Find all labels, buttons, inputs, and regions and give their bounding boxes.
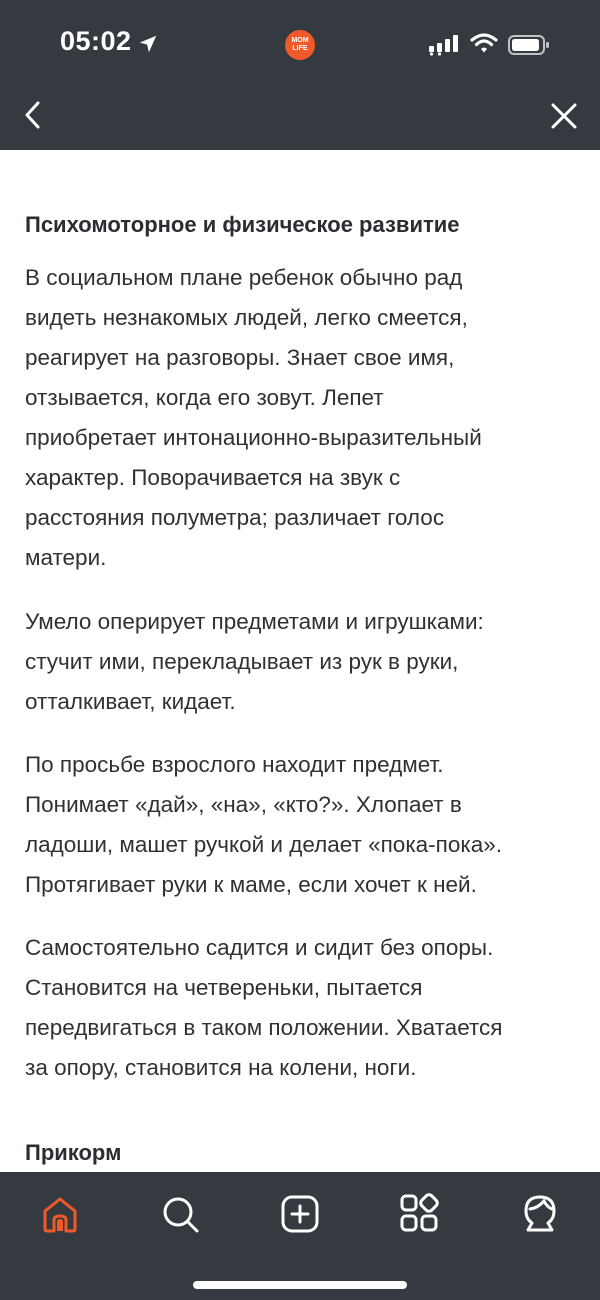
app-badge-line2: LIFE [292,45,308,52]
text-line: матери. [25,545,107,570]
apps-grid-icon[interactable] [398,1192,442,1236]
paragraph-toys: Умело оперирует предметами и игрушками: … [25,602,580,722]
app-logo-icon: MOM LIFE [285,30,315,60]
text-line: В социальном плане ребенок обычно рад [25,265,463,290]
text-line: отталкивает, кидает. [25,689,236,714]
close-icon[interactable] [548,100,580,132]
next-section-heading: Прикорм [25,1140,122,1165]
search-icon[interactable] [158,1192,202,1236]
text-line: приобретает интонационно-выразительный [25,425,482,450]
text-line: По просьбе взрослого находит предмет. [25,752,444,777]
article-screen: 05:02 MOM LIFE Психомоторное и физическо… [0,0,600,1300]
text-line: Самостоятельно садится и сидит без опоры… [25,935,494,960]
text-line: Умело оперирует предметами и игрушками: [25,609,484,634]
top-bar: 05:02 MOM LIFE [0,0,600,150]
wifi-icon [470,33,498,53]
home-icon[interactable] [38,1192,82,1236]
add-square-icon[interactable] [278,1192,322,1236]
status-time: 05:02 [60,26,132,56]
cellular-signal-icon [429,35,458,56]
text-line: реагирует на разговоры. Знает свое имя, [25,345,455,370]
paragraph-social: В социальном плане ребенок обычно рад ви… [25,258,580,578]
text-line: за опору, становится на колени, ноги. [25,1055,417,1080]
home-indicator[interactable] [193,1281,407,1289]
profile-icon[interactable] [518,1192,562,1236]
text-line: ладоши, машет ручкой и делает «пока-пока… [25,832,502,857]
text-line: передвигаться в таком положении. Хватает… [25,1015,503,1040]
text-line: характер. Поворачивается на звук с [25,465,401,490]
text-line: стучит ими, перекладывает из рук в руки, [25,649,459,674]
text-line: Понимает «дай», «на», «кто?». Хлопает в [25,792,462,817]
text-line: Протягивает руки к маме, если хочет к не… [25,872,477,897]
text-line: расстояния полуметра; различает голос [25,505,445,530]
chevron-left-icon[interactable] [18,96,48,134]
text-line: Становится на четвереньки, пытается [25,975,423,1000]
paragraph-motor: Самостоятельно садится и сидит без опоры… [25,928,580,1088]
location-arrow-icon [139,35,157,53]
section-heading: Психомоторное и физическое развитие [25,212,460,237]
text-line: отзывается, когда его зовут. Лепет [25,385,384,410]
paragraph-communication: По просьбе взрослого находит предмет. По… [25,745,580,905]
app-badge-line1: MOM [291,37,309,44]
text-line: видеть незнакомых людей, легко смеется, [25,305,468,330]
battery-icon [508,35,549,55]
